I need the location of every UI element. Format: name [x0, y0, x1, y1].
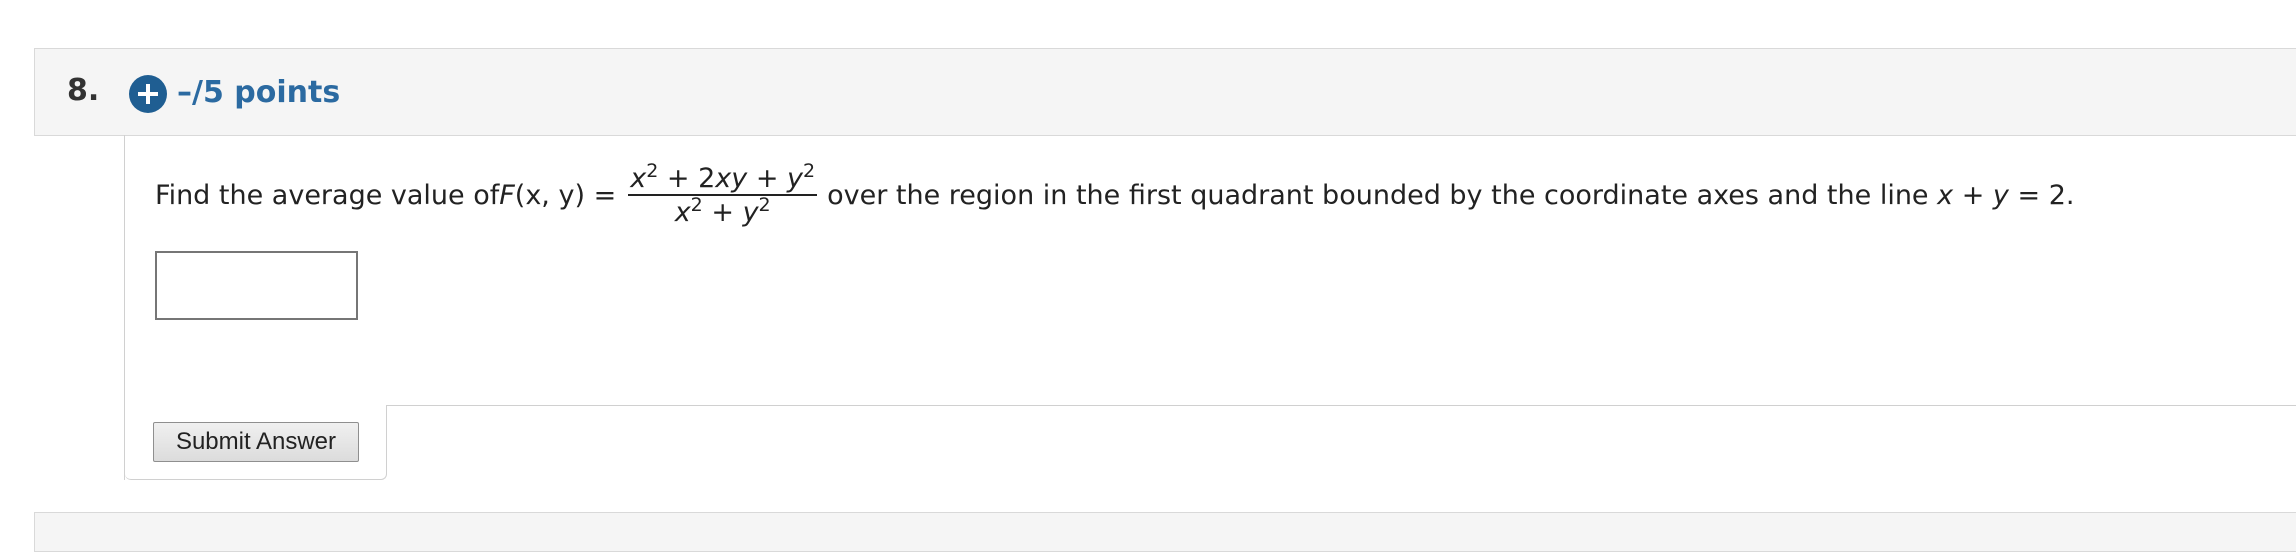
question-body: Find the average value of F(x, y) = x2 +… — [124, 135, 2296, 480]
line-y: y — [1992, 180, 2009, 211]
num-term-y: y — [787, 163, 804, 194]
line-rest: = 2. — [2008, 180, 2075, 211]
submit-answer-button[interactable]: Submit Answer — [153, 422, 359, 462]
question-header: 8. –/5 points — [34, 48, 2296, 136]
fraction-denominator: x2 + y2 — [671, 196, 775, 228]
plus-circle-icon[interactable] — [129, 75, 167, 113]
den-exp-1: 2 — [690, 194, 703, 216]
points-label[interactable]: –/5 points — [177, 73, 340, 113]
function-expression: F(x, y) = — [499, 166, 616, 226]
num-exp-1: 2 — [646, 160, 659, 182]
line-equation: x + y = 2. — [1929, 166, 2075, 226]
divider-line — [386, 405, 2296, 406]
den-term-y: y — [742, 197, 759, 228]
num-exp-2: 2 — [803, 160, 816, 182]
equals-sign: = — [585, 180, 617, 211]
function-args: (x, y) — [514, 180, 585, 211]
prompt-text-before: Find the average value of — [155, 180, 500, 211]
den-exp-2: 2 — [758, 194, 771, 216]
num-term-xy: xy — [715, 163, 748, 194]
line-plus: + — [1953, 180, 1993, 211]
question-prompt: Find the average value of F(x, y) = x2 +… — [155, 162, 2075, 228]
next-question-header — [34, 512, 2296, 552]
den-op: + — [702, 197, 743, 228]
den-term-x: x — [674, 197, 691, 228]
num-op-2: + — [747, 163, 788, 194]
num-op-1: + 2 — [658, 163, 716, 194]
fraction-numerator: x2 + 2xy + y2 — [628, 162, 818, 196]
line-x: x — [1937, 180, 1954, 211]
question-number: 8. — [67, 73, 100, 108]
fraction: x2 + 2xy + y2 x2 + y2 — [628, 162, 818, 228]
function-name: F — [499, 180, 515, 211]
prompt-text-after: over the region in the first quadrant bo… — [827, 180, 1929, 211]
answer-input[interactable] — [155, 251, 358, 320]
num-term-x: x — [630, 163, 647, 194]
